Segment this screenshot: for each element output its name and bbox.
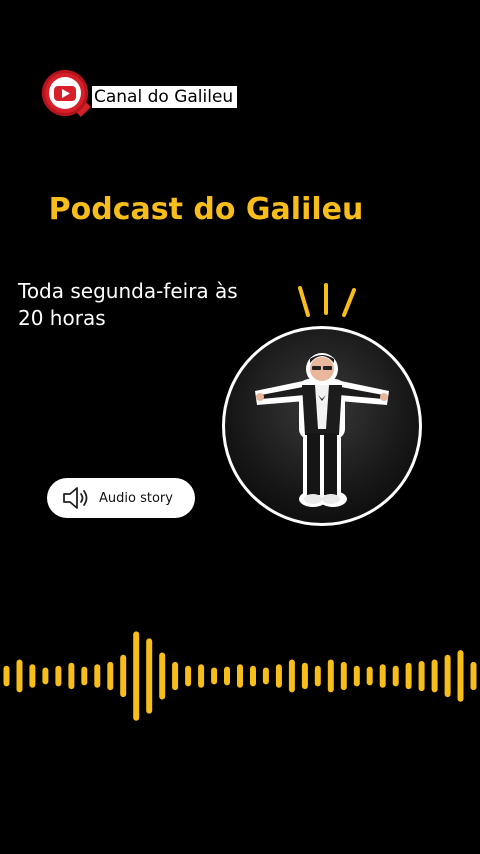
schedule-text: Toda segunda-feira às 20 horas [18,278,288,332]
audio-story-label: Audio story [99,490,173,506]
waveform-bar [366,666,373,686]
podcast-title: Podcast do Galileu [48,192,364,227]
waveform-bar [55,665,62,687]
waveform-bar [146,638,153,714]
waveform-bar [431,659,438,693]
waveform-bar [288,659,295,693]
audio-waveform [3,631,477,721]
waveform-bar [301,662,308,690]
youtube-play-icon [54,86,76,101]
waveform-bar [327,659,334,693]
waveform-bar [457,650,464,702]
waveform-bar [392,665,399,687]
host-portrait [222,326,422,526]
youtube-badge-icon [42,70,88,116]
waveform-bar [224,666,230,686]
waveform-bar [42,667,49,685]
waveform-bar [3,665,10,687]
waveform-bar [340,661,347,691]
highlight-rays-icon [298,283,356,317]
waveform-bar [120,654,127,698]
waveform-bar [211,667,218,685]
waveform-bar [94,664,101,688]
waveform-bar [198,664,205,688]
waveform-bar [379,664,386,688]
waveform-bar [185,665,192,687]
host-figure-icon [255,353,389,507]
waveform-bar [81,666,88,686]
waveform-bar [470,661,477,691]
waveform-bar [16,659,23,693]
waveform-bar [133,631,140,721]
waveform-bar [237,664,243,688]
schedule-line-1: Toda segunda-feira às [18,279,238,303]
waveform-bar [275,664,282,688]
schedule-line-2: 20 horas [18,306,106,330]
waveform-bar [250,665,256,687]
waveform-bar [172,661,179,691]
channel-name: Canal do Galileu [92,86,238,108]
waveform-bar [159,652,166,700]
waveform-bar [68,662,75,690]
waveform-bar [418,661,425,692]
waveform-bar [107,661,114,691]
waveform-bar [29,664,36,688]
waveform-bar [444,654,451,698]
waveform-bar [314,665,321,687]
waveform-bar [262,667,269,685]
speaker-icon [63,487,88,509]
audio-story-button[interactable]: Audio story [47,478,195,518]
waveform-bar [353,665,360,687]
channel-brand: Canal do Galileu [42,70,252,118]
waveform-bar [405,662,412,690]
